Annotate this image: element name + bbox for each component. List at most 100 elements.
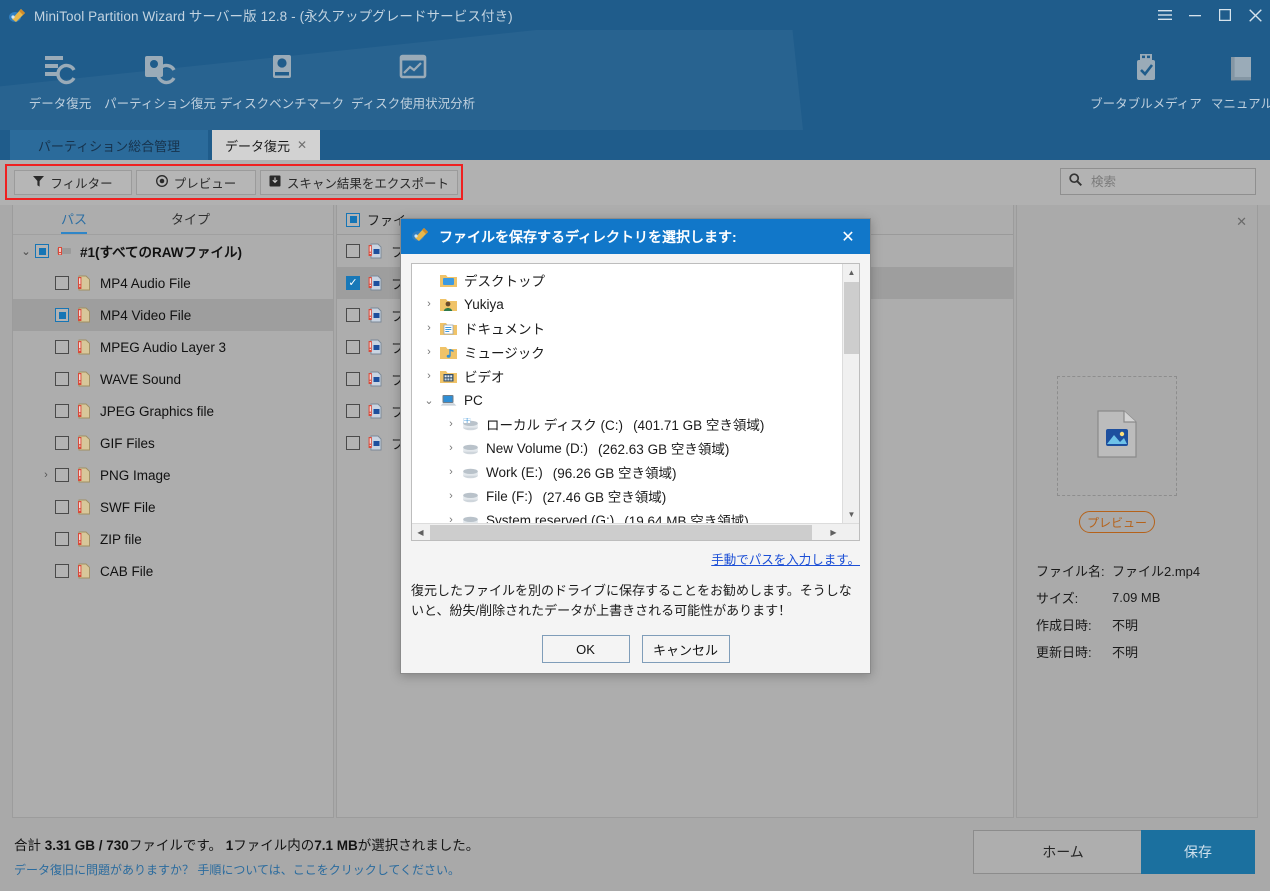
dialog-title-bar: ファイルを保存するディレクトリを選択します: ✕	[401, 219, 870, 254]
file-type-row[interactable]: MP4 Video File	[13, 299, 333, 331]
tab-data-recovery[interactable]: データ復元 ✕	[212, 130, 320, 160]
title-bar: MiniTool Partition Wizard サーバー版 12.8 - (…	[0, 0, 1270, 30]
chevron-down-icon[interactable]: ⌄	[418, 394, 440, 407]
file-type-row[interactable]: › PNG Image	[13, 459, 333, 491]
file-type-row[interactable]: CAB File	[13, 555, 333, 587]
directory-tree-row[interactable]: › ローカル ディスク (C:) (401.71 GB 空き領域)	[412, 412, 842, 436]
ok-button[interactable]: OK	[541, 635, 630, 664]
select-directory-dialog: ファイルを保存するディレクトリを選択します: ✕ デスクトップ › Yukiya › ド…	[400, 218, 871, 674]
directory-tree-row[interactable]: › File (F:) (27.46 GB 空き領域)	[412, 484, 842, 508]
tab-close-icon[interactable]: ✕	[297, 138, 307, 152]
metadata-value: 不明	[1112, 645, 1139, 660]
root-checkbox[interactable]	[35, 244, 49, 258]
help-link[interactable]: データ復旧に問題がありますか？ 手順については、ここをクリックしてください。	[14, 861, 460, 878]
search-input[interactable]	[1089, 173, 1239, 190]
chevron-right-icon[interactable]: ›	[440, 418, 462, 430]
chevron-down-icon[interactable]: ⌄	[17, 245, 35, 258]
row-checkbox[interactable]	[346, 340, 360, 354]
file-type-checkbox[interactable]	[55, 532, 69, 546]
subtab-path[interactable]: パス	[61, 209, 88, 234]
file-type-checkbox[interactable]	[55, 372, 69, 386]
file-type-row[interactable]: MP4 Audio File	[13, 267, 333, 299]
directory-label: PC	[464, 392, 483, 408]
scroll-down-icon[interactable]: ▼	[843, 506, 859, 523]
home-button[interactable]: ホーム	[973, 830, 1153, 874]
directory-tree-row[interactable]: デスクトップ	[412, 268, 842, 292]
file-type-row[interactable]: SWF File	[13, 491, 333, 523]
detail-close-icon[interactable]: ✕	[1236, 214, 1247, 230]
horizontal-scroll-thumb[interactable]	[430, 525, 812, 540]
vertical-scroll-thumb[interactable]	[844, 282, 859, 354]
scroll-right-icon[interactable]: ▶	[825, 524, 842, 540]
filter-button[interactable]: フィルター	[14, 170, 132, 195]
file-type-row[interactable]: JPEG Graphics file	[13, 395, 333, 427]
hamburger-icon[interactable]	[1150, 0, 1180, 30]
filter-icon	[33, 175, 45, 190]
tree-root-row[interactable]: ⌄ #1(すべてのRAWファイル)	[13, 235, 333, 267]
directory-tree-row[interactable]: › Yukiya	[412, 292, 842, 316]
preview-button[interactable]: プレビュー	[136, 170, 256, 195]
maximize-icon[interactable]	[1210, 0, 1240, 30]
file-type-checkbox[interactable]	[55, 340, 69, 354]
save-button[interactable]: 保存	[1141, 830, 1255, 874]
preview-pill-button[interactable]: プレビュー	[1079, 511, 1155, 533]
file-type-label: PNG Image	[100, 467, 171, 483]
row-checkbox[interactable]	[346, 276, 360, 290]
chevron-right-icon[interactable]: ›	[418, 298, 440, 310]
subtab-type[interactable]: タイプ	[171, 209, 210, 228]
directory-label: ビデオ	[464, 370, 505, 385]
select-all-checkbox[interactable]	[346, 212, 360, 227]
chevron-right-icon[interactable]: ›	[418, 346, 440, 358]
file-type-row[interactable]: WAVE Sound	[13, 363, 333, 395]
file-type-checkbox[interactable]	[55, 276, 69, 290]
vertical-scrollbar[interactable]: ▲ ▼	[842, 264, 859, 523]
toolbar-item-manual[interactable]: マニュアル	[1182, 48, 1270, 112]
directory-tree-rows: デスクトップ › Yukiya › ドキュメント › ミュージック › ビデオ ⌄ PC › ローカル …	[412, 264, 842, 529]
row-checkbox[interactable]	[346, 436, 360, 450]
chevron-right-icon[interactable]: ›	[418, 322, 440, 334]
export-scan-result-button[interactable]: スキャン結果をエクスポート	[260, 170, 458, 195]
row-checkbox[interactable]	[346, 308, 360, 322]
tab-partition-management[interactable]: パーティション総合管理	[10, 130, 208, 160]
file-type-checkbox[interactable]	[55, 436, 69, 450]
row-checkbox[interactable]	[346, 372, 360, 386]
dialog-close-icon[interactable]: ✕	[826, 219, 870, 254]
chevron-right-icon[interactable]: ›	[418, 370, 440, 382]
directory-tree[interactable]: デスクトップ › Yukiya › ドキュメント › ミュージック › ビデオ ⌄ PC › ローカル …	[411, 263, 860, 541]
search-box[interactable]	[1060, 168, 1256, 195]
file-type-checkbox[interactable]	[55, 500, 69, 514]
toolbar-item-disk-usage-analyzer[interactable]: ディスク使用状況分析	[351, 48, 475, 112]
chevron-right-icon[interactable]: ›	[440, 466, 462, 478]
minimize-icon[interactable]	[1180, 0, 1210, 30]
raw-file-icon	[76, 403, 92, 419]
file-type-checkbox[interactable]	[55, 308, 69, 322]
toolbar-item-disk-benchmark[interactable]: ディスクベンチマーク	[220, 48, 344, 112]
summary-part: ファイルです。	[128, 838, 226, 853]
file-type-row[interactable]: GIF Files	[13, 427, 333, 459]
free-space-label: (96.26 GB 空き領域)	[552, 466, 677, 481]
manual-path-link[interactable]: 手動でパスを入力します。	[711, 553, 860, 567]
file-type-row[interactable]: MPEG Audio Layer 3	[13, 331, 333, 363]
toolbar-item-partition-recovery[interactable]: パーティション復元	[100, 48, 220, 112]
file-type-checkbox[interactable]	[55, 564, 69, 578]
directory-tree-row[interactable]: › Work (E:) (96.26 GB 空き領域)	[412, 460, 842, 484]
row-checkbox[interactable]	[346, 404, 360, 418]
row-checkbox[interactable]	[346, 244, 360, 258]
horizontal-scrollbar[interactable]: ◀ ▶	[412, 523, 859, 540]
cancel-button[interactable]: キャンセル	[641, 635, 730, 664]
directory-tree-row[interactable]: › ビデオ	[412, 364, 842, 388]
chevron-right-icon[interactable]: ›	[440, 442, 462, 454]
directory-tree-row[interactable]: › ミュージック	[412, 340, 842, 364]
directory-tree-row[interactable]: ⌄ PC	[412, 388, 842, 412]
file-type-checkbox[interactable]	[55, 404, 69, 418]
metadata-value: ファイル2.mp4	[1112, 564, 1201, 579]
directory-tree-row[interactable]: › New Volume (D:) (262.63 GB 空き領域)	[412, 436, 842, 460]
scroll-up-icon[interactable]: ▲	[843, 264, 859, 281]
directory-tree-row[interactable]: › ドキュメント	[412, 316, 842, 340]
scroll-left-icon[interactable]: ◀	[412, 524, 429, 540]
chevron-right-icon[interactable]: ›	[37, 469, 55, 481]
file-type-checkbox[interactable]	[55, 468, 69, 482]
chevron-right-icon[interactable]: ›	[440, 490, 462, 502]
close-icon[interactable]	[1240, 0, 1270, 30]
file-type-row[interactable]: ZIP file	[13, 523, 333, 555]
